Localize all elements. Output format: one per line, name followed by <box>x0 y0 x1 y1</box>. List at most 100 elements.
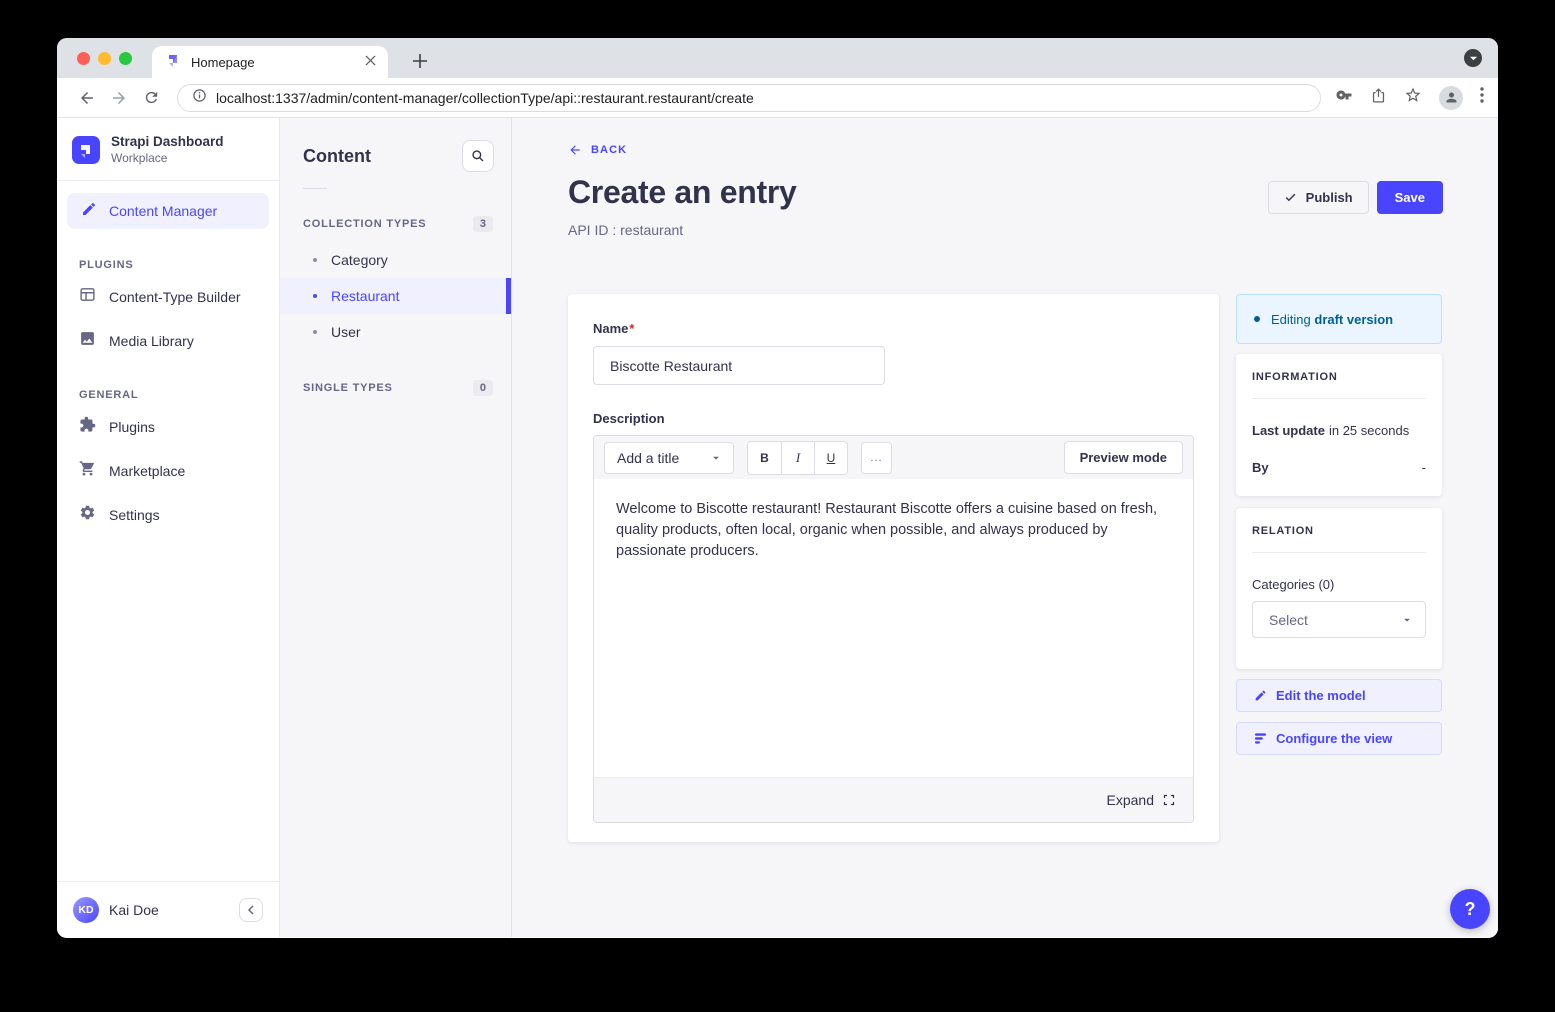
description-editor: Add a title B I U ... Preview mode We <box>593 435 1194 823</box>
back-link[interactable]: BACK <box>568 143 627 157</box>
sidebar-item-label: Settings <box>109 507 160 523</box>
sidebar-item-content-manager[interactable]: Content Manager <box>67 193 269 229</box>
strapi-admin: Strapi Dashboard Workplace Content Manag… <box>57 118 1498 937</box>
collection-type-restaurant[interactable]: Restaurant <box>280 278 511 314</box>
site-info-icon[interactable] <box>192 88 207 108</box>
categories-select[interactable]: Select <box>1252 601 1426 638</box>
preview-mode-button[interactable]: Preview mode <box>1064 441 1183 474</box>
relation-card: RELATION Categories (0) Select <box>1236 508 1442 669</box>
description-textarea[interactable]: Welcome to Biscotte restaurant! Restaura… <box>594 479 1193 777</box>
sidebar-item-label: Media Library <box>109 333 194 349</box>
workspace-title: Strapi Dashboard <box>111 134 224 149</box>
close-window-button[interactable] <box>77 52 90 65</box>
minimize-window-button[interactable] <box>98 52 111 65</box>
workspace-brand[interactable]: Strapi Dashboard Workplace <box>57 118 279 181</box>
underline-button[interactable]: U <box>814 442 847 474</box>
required-asterisk: * <box>629 321 634 336</box>
puzzle-icon <box>79 416 96 438</box>
share-icon[interactable] <box>1370 87 1387 109</box>
window-controls <box>77 52 132 65</box>
refresh-icon[interactable] <box>135 82 167 114</box>
save-button[interactable]: Save <box>1377 181 1443 214</box>
collection-type-category[interactable]: Category <box>280 242 511 278</box>
editor-footer: Expand <box>594 777 1193 822</box>
collapse-sidebar-button[interactable] <box>239 898 263 922</box>
single-types-label: SINGLE TYPES <box>303 382 393 394</box>
api-id-subtitle: API ID : restaurant <box>568 222 797 238</box>
more-formats-button[interactable]: ... <box>861 442 892 474</box>
search-button[interactable] <box>462 140 494 172</box>
back-icon[interactable] <box>71 82 103 114</box>
last-update-row: Last updatein 25 seconds <box>1252 423 1426 438</box>
sidebar-item-settings[interactable]: Settings <box>57 493 279 537</box>
main-content: BACK Create an entry API ID : restaurant… <box>512 118 1498 937</box>
media-library-icon <box>79 330 96 352</box>
by-row: By - <box>1252 460 1426 475</box>
back-arrow-icon <box>568 143 582 157</box>
divider <box>1252 552 1426 553</box>
tab-search-chevron[interactable] <box>1464 49 1482 67</box>
zoom-window-button[interactable] <box>119 52 132 65</box>
sidebar-item-marketplace[interactable]: Marketplace <box>57 449 279 493</box>
collection-types-count: 3 <box>473 216 493 232</box>
publish-button[interactable]: Publish <box>1268 181 1369 214</box>
status-dot-icon <box>1254 316 1260 322</box>
categories-field-label: Categories (0) <box>1252 577 1426 592</box>
title-style-dropdown[interactable]: Add a title <box>604 442 734 474</box>
bullet-icon <box>313 294 317 298</box>
chevron-down-icon <box>1402 615 1412 625</box>
panel-title: Content <box>303 146 371 167</box>
sidebar-item-content-type-builder[interactable]: Content-Type Builder <box>57 275 279 319</box>
draft-status-banner: Editing draft version <box>1236 294 1442 344</box>
user-footer: KD Kai Doe <box>57 881 279 937</box>
tab-close-icon[interactable] <box>365 53 376 71</box>
sidebar-section-general: GENERAL <box>57 389 279 401</box>
name-input[interactable] <box>593 346 885 385</box>
configure-view-button[interactable]: Configure the view <box>1236 722 1442 755</box>
bullet-icon <box>313 330 317 334</box>
sidebar-item-label: Marketplace <box>109 463 185 479</box>
password-key-icon[interactable] <box>1335 86 1353 109</box>
cart-icon <box>79 460 96 482</box>
content-manager-icon <box>81 201 97 222</box>
edit-model-button[interactable]: Edit the model <box>1236 679 1442 712</box>
content-type-builder-icon <box>79 286 96 308</box>
name-field-label: Name* <box>593 321 634 336</box>
collection-type-label: Category <box>331 252 388 268</box>
new-tab-button[interactable] <box>405 46 435 76</box>
help-button[interactable]: ? <box>1450 889 1490 929</box>
entry-form-card: Name* Description Add a title B I <box>568 294 1219 842</box>
description-field-label: Description <box>593 411 1194 426</box>
italic-button[interactable]: I <box>781 442 814 474</box>
toolbar-actions <box>1335 86 1484 110</box>
collection-type-user[interactable]: User <box>280 314 511 350</box>
content-panel: Content COLLECTION TYPES 3 Category Rest… <box>280 118 512 937</box>
browser-toolbar: localhost:1337/admin/content-manager/col… <box>57 78 1498 118</box>
bookmark-star-icon[interactable] <box>1404 86 1422 109</box>
single-types-count: 0 <box>473 380 493 396</box>
chevron-down-icon <box>711 453 721 463</box>
collection-type-label: User <box>331 324 361 340</box>
browser-tab[interactable]: Homepage <box>152 46 388 78</box>
bullet-icon <box>313 258 317 262</box>
back-label: BACK <box>591 144 627 156</box>
entry-aside: Editing draft version INFORMATION Last u… <box>1236 294 1442 755</box>
forward-icon[interactable] <box>103 82 135 114</box>
panel-divider <box>303 188 327 189</box>
browser-profile-avatar[interactable] <box>1439 86 1463 110</box>
relation-label: RELATION <box>1252 525 1426 537</box>
expand-label[interactable]: Expand <box>1107 792 1154 808</box>
address-bar[interactable]: localhost:1337/admin/content-manager/col… <box>177 84 1321 112</box>
browser-menu-icon[interactable] <box>1480 87 1484 108</box>
sidebar-item-media-library[interactable]: Media Library <box>57 319 279 363</box>
main-sidebar: Strapi Dashboard Workplace Content Manag… <box>57 118 280 937</box>
sidebar-item-label: Plugins <box>109 419 155 435</box>
avatar: KD <box>73 897 99 923</box>
sidebar-item-plugins[interactable]: Plugins <box>57 405 279 449</box>
expand-icon[interactable] <box>1163 794 1175 806</box>
bold-button[interactable]: B <box>748 442 781 474</box>
user-name: Kai Doe <box>109 902 229 918</box>
sidebar-section-plugins: PLUGINS <box>57 259 279 271</box>
check-icon <box>1284 191 1297 204</box>
configure-view-icon <box>1254 732 1267 745</box>
